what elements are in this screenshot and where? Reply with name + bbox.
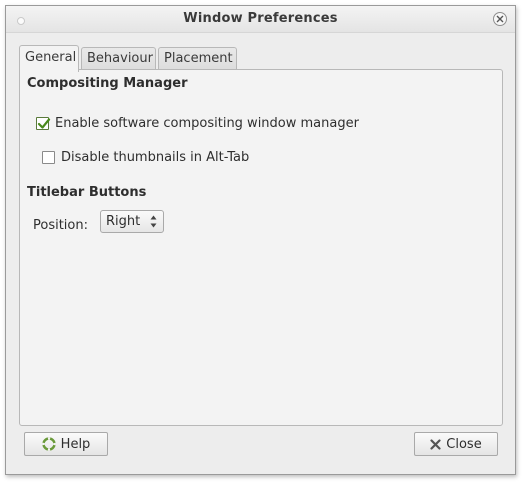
updown-arrows-icon: [150, 215, 157, 228]
disable-thumbnails-label: Disable thumbnails in Alt-Tab: [61, 150, 250, 165]
position-label: Position:: [33, 218, 88, 233]
tab-general[interactable]: General: [19, 45, 79, 72]
help-button[interactable]: Help: [24, 432, 108, 456]
tab-behaviour[interactable]: Behaviour: [81, 47, 156, 71]
enable-compositing-label: Enable software compositing window manag…: [55, 116, 359, 131]
help-button-label: Help: [60, 436, 91, 452]
tab-behaviour-label: Behaviour: [87, 51, 153, 66]
window-title: Window Preferences: [183, 11, 338, 26]
tab-placement[interactable]: Placement: [158, 47, 237, 71]
tab-placement-label: Placement: [164, 51, 233, 66]
titlebar[interactable]: Window Preferences: [6, 6, 515, 33]
general-panel: Compositing Manager Enable software comp…: [19, 69, 503, 426]
compositing-heading: Compositing Manager: [27, 76, 188, 91]
enable-compositing-row[interactable]: Enable software compositing window manag…: [36, 116, 359, 131]
x-icon: [430, 438, 441, 450]
disable-thumbnails-checkbox[interactable]: [42, 151, 55, 164]
position-select-value: Right: [106, 214, 141, 229]
tab-general-label: General: [25, 50, 77, 65]
preferences-window: Window Preferences General Behaviour Pla…: [5, 5, 516, 475]
close-button-label: Close: [446, 436, 482, 452]
window-close-button[interactable]: [493, 12, 507, 26]
position-select[interactable]: Right: [100, 210, 164, 233]
enable-compositing-checkbox[interactable]: [36, 117, 51, 130]
close-button[interactable]: Close: [414, 432, 498, 456]
close-icon: [496, 15, 504, 23]
lifebuoy-icon: [41, 437, 56, 451]
checkmark-icon: [37, 118, 51, 129]
titlebar-buttons-heading: Titlebar Buttons: [27, 185, 147, 200]
disable-thumbnails-row[interactable]: Disable thumbnails in Alt-Tab: [42, 150, 249, 165]
